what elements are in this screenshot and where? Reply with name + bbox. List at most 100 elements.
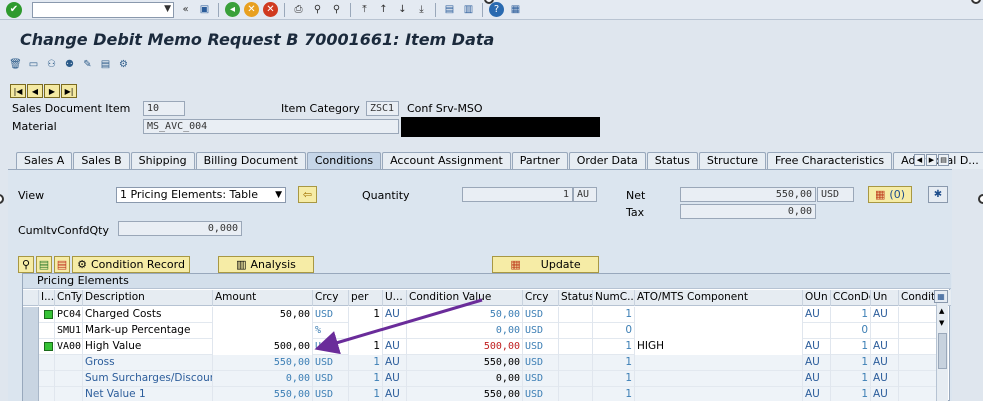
customize-layout-icon[interactable]: ▦	[508, 2, 523, 17]
column-header[interactable]: ATO/MTS Component	[635, 290, 803, 306]
column-header[interactable]: CnTy	[55, 290, 83, 306]
partners-icon[interactable]: ⚇	[44, 57, 59, 72]
condition-type-cell[interactable]: SMU1	[55, 323, 83, 339]
unit-cell[interactable]: AU	[383, 307, 407, 323]
people-icon[interactable]: ⚉	[62, 57, 77, 72]
history-back-icon[interactable]: «	[178, 2, 193, 17]
table-row[interactable]: PC04 Charged Costs 50,00 USD 1 AU 50,00 USD 1 AU 1…	[23, 307, 937, 323]
delete-row-button[interactable]: ▤	[54, 256, 70, 273]
document-icon[interactable]: ▭	[26, 57, 41, 72]
shortcut-icon[interactable]: ▥	[461, 2, 476, 17]
description-cell[interactable]: Gross	[83, 355, 213, 371]
net-value-field[interactable]: 550,00	[680, 187, 816, 202]
condition-type-cell[interactable]	[55, 355, 83, 371]
condition-status-cell[interactable]	[559, 371, 593, 387]
amount-cell[interactable]	[213, 323, 313, 339]
tab-scroll-left-icon[interactable]: ◀	[914, 154, 925, 166]
conversion-denominator-cell[interactable]: 1	[831, 371, 871, 387]
tab-scroll-right-icon[interactable]: ▶	[926, 154, 937, 166]
exit-icon[interactable]: ✕	[244, 2, 259, 17]
scroll-up-icon[interactable]: ▲	[939, 307, 944, 315]
table-row[interactable]: SMU1 Mark-up Percentage% 0,00 USD 0 0	[23, 323, 937, 339]
unit-cell[interactable]: AU	[871, 339, 899, 355]
analysis-button[interactable]: ▥ Analysis	[218, 256, 314, 273]
first-page-icon[interactable]: ⤒	[357, 2, 372, 17]
row-selector[interactable]	[23, 323, 39, 339]
description-cell[interactable]: High Value	[83, 339, 213, 355]
condition-cell[interactable]	[899, 307, 937, 323]
condition-cell[interactable]	[899, 339, 937, 355]
currency-cell[interactable]: USD	[523, 307, 559, 323]
column-header[interactable]: I...	[39, 290, 55, 306]
row-selector[interactable]	[23, 371, 39, 387]
amount-cell[interactable]: 500,00	[213, 339, 313, 355]
services-icon[interactable]: ⚙	[116, 57, 131, 72]
table-row[interactable]: Sum Surcharges/Discounts 0,00 USD 1 AU 0,00 US…	[23, 371, 937, 387]
condition-type-cell[interactable]: PC04	[55, 307, 83, 323]
condition-value-cell[interactable]: 550,00	[407, 387, 523, 401]
tab-sales-b[interactable]: Sales B	[73, 152, 130, 169]
next-item-icon[interactable]: ▶	[44, 84, 60, 98]
tab-account-assignment[interactable]: Account Assignment	[382, 152, 511, 169]
condition-value-cell[interactable]: 500,00	[407, 339, 523, 355]
pricing-unit-cell[interactable]: 1	[349, 371, 383, 387]
last-page-icon[interactable]: ⤓	[414, 2, 429, 17]
pricing-unit-cell[interactable]: 1	[349, 387, 383, 401]
condition-value-cell[interactable]: 0,00	[407, 371, 523, 387]
select-view-button[interactable]: ⇦	[298, 186, 317, 203]
condition-value-cell[interactable]: 0,00	[407, 323, 523, 339]
tab-conditions[interactable]: Conditions	[306, 152, 382, 169]
column-header[interactable]: Crcy	[313, 290, 349, 306]
view-dropdown[interactable]: 1 Pricing Elements: Table ▼	[116, 187, 286, 203]
condition-status-cell[interactable]	[559, 323, 593, 339]
unit-cell[interactable]	[871, 323, 899, 339]
status-cell[interactable]	[39, 323, 55, 339]
status-cell[interactable]	[39, 371, 55, 387]
currency-cell[interactable]: USD	[313, 339, 349, 355]
condition-cell[interactable]	[899, 355, 937, 371]
numerator-cell[interactable]: 1	[593, 355, 635, 371]
tab-billing-document[interactable]: Billing Document	[195, 152, 306, 169]
conversion-denominator-cell[interactable]: 1	[831, 307, 871, 323]
quantity-field[interactable]: 1	[462, 187, 573, 202]
order-unit-cell[interactable]: AU	[803, 355, 831, 371]
currency-cell[interactable]: USD	[313, 371, 349, 387]
condition-status-cell[interactable]	[559, 387, 593, 401]
pricing-unit-cell[interactable]: 1	[349, 339, 383, 355]
conversion-denominator-cell[interactable]: 1	[831, 339, 871, 355]
last-item-icon[interactable]: ▶|	[61, 84, 77, 98]
ato-mts-component-cell[interactable]	[635, 371, 803, 387]
tab-free-characteristics[interactable]: Free Characteristics	[767, 152, 893, 169]
row-selector[interactable]	[23, 339, 39, 355]
row-selector[interactable]	[23, 307, 39, 323]
column-header[interactable]: Crcy	[523, 290, 559, 306]
ato-mts-component-cell[interactable]	[635, 355, 803, 371]
pricing-unit-cell[interactable]	[349, 323, 383, 339]
column-header[interactable]: Status	[559, 290, 593, 306]
numerator-cell[interactable]: 1	[593, 387, 635, 401]
save-icon[interactable]: ▣	[197, 2, 212, 17]
find-icon[interactable]: ⚲	[310, 2, 325, 17]
status-cell[interactable]	[39, 307, 55, 323]
numerator-cell[interactable]: 1	[593, 339, 635, 355]
amount-cell[interactable]: 550,00	[213, 355, 313, 371]
configuration-button[interactable]: ✱	[928, 186, 948, 203]
row-selector[interactable]	[23, 387, 39, 401]
messages-button[interactable]: ▦ (0)	[868, 186, 912, 203]
status-cell[interactable]	[39, 355, 55, 371]
unit-cell[interactable]: AU	[383, 387, 407, 401]
condition-type-cell[interactable]	[55, 387, 83, 401]
conversion-denominator-cell[interactable]: 0	[831, 323, 871, 339]
currency-cell[interactable]: USD	[523, 339, 559, 355]
tab-partner[interactable]: Partner	[511, 152, 568, 169]
table-row[interactable]: VA00 High Value 500,00 USD 1 AU 500,00 USD 1 HIGH…	[23, 339, 937, 355]
amount-cell[interactable]: 0,00	[213, 371, 313, 387]
scrollbar-thumb[interactable]	[938, 333, 947, 369]
currency-cell[interactable]: USD	[523, 387, 559, 401]
column-settings-button[interactable]: ▦	[934, 290, 948, 303]
update-button[interactable]: ▦ Update	[492, 256, 599, 273]
description-cell[interactable]: Mark-up Percentage	[83, 323, 213, 339]
description-cell[interactable]: Charged Costs	[83, 307, 213, 323]
conversion-denominator-cell[interactable]: 1	[831, 355, 871, 371]
first-item-icon[interactable]: |◀	[10, 84, 26, 98]
